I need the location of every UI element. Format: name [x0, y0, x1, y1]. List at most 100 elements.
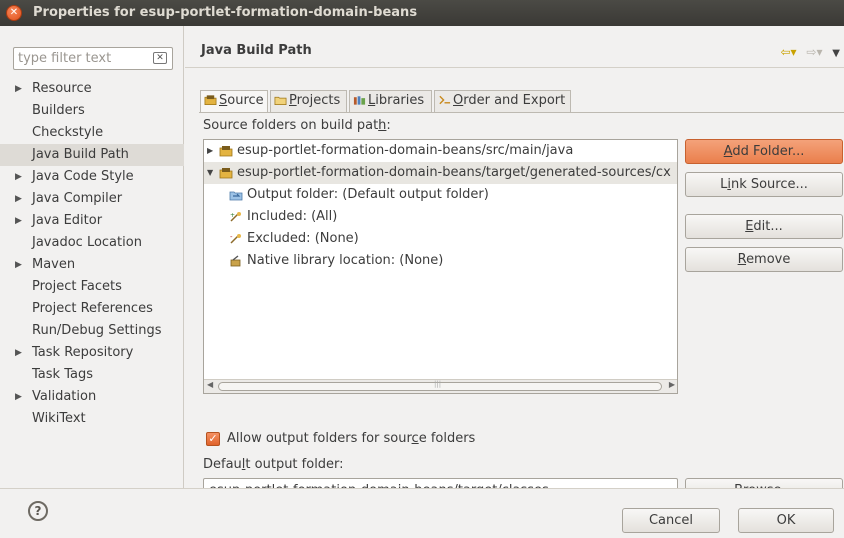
sidebar-item-javadoc-location[interactable]: Javadoc Location	[0, 232, 184, 254]
filter-input[interactable]: type filter text ✕	[13, 47, 173, 70]
help-icon[interactable]: ?	[28, 501, 48, 521]
default-output-label-post: t output folder:	[245, 457, 344, 472]
tree-row-src-main-java[interactable]: ▶ esup-portlet-formation-domain-beans/sr…	[204, 140, 677, 162]
sidebar-item-project-references[interactable]: Project References	[0, 298, 184, 320]
allow-output-label-mnemonic: c	[411, 431, 419, 446]
horizontal-scrollbar[interactable]: ◀ ||| ▶	[204, 379, 677, 393]
default-output-label-pre: Defau	[203, 457, 242, 472]
svg-text:-: -	[230, 233, 233, 241]
edit-label-post: dit...	[753, 219, 783, 234]
sidebar-item-builders[interactable]: Builders	[0, 100, 184, 122]
tab-projects[interactable]: Projects	[270, 90, 347, 112]
tab-order-label-mnemonic: O	[453, 93, 464, 108]
link-source-button[interactable]: Link Source...	[685, 172, 843, 197]
forward-arrow-icon[interactable]: ⇨▾	[806, 45, 822, 59]
sidebar-item-task-repository[interactable]: ▶ Task Repository	[0, 342, 184, 364]
expand-arrow-icon[interactable]: ▶	[15, 254, 22, 276]
collapse-arrow-icon[interactable]: ▼	[207, 162, 213, 184]
tree-row-excluded[interactable]: - Excluded: (None)	[204, 228, 677, 250]
history-nav: ⇦▾ ⇨▾ ▼	[774, 45, 840, 59]
sidebar-item-java-compiler[interactable]: ▶ Java Compiler	[0, 188, 184, 210]
source-folder-icon	[219, 168, 233, 179]
expand-arrow-icon[interactable]: ▶	[15, 78, 22, 100]
scroll-left-icon[interactable]: ◀	[207, 380, 213, 389]
tab-projects-label-post: rojects	[296, 93, 341, 108]
sidebar-item-task-tags[interactable]: Task Tags	[0, 364, 184, 386]
remove-button[interactable]: Remove	[685, 247, 843, 272]
sidebar-item-label: Builders	[32, 103, 85, 118]
scroll-grip: |||	[434, 380, 442, 388]
sidebar-item-label: Javadoc Location	[32, 235, 142, 250]
tab-libraries[interactable]: Libraries	[349, 90, 432, 112]
tree-row-native-library[interactable]: Native library location: (None)	[204, 250, 677, 272]
cancel-button[interactable]: Cancel	[622, 508, 720, 533]
sidebar-item-validation[interactable]: ▶ Validation	[0, 386, 184, 408]
link-source-label-post: nk Source...	[730, 177, 808, 192]
allow-output-checkbox[interactable]: ✓	[206, 432, 220, 446]
sidebar-item-project-facets[interactable]: Project Facets	[0, 276, 184, 298]
ok-button[interactable]: OK	[738, 508, 834, 533]
library-icon	[353, 96, 366, 105]
property-page-tree: ▶ Resource Builders Checkstyle Java Build Pa…	[0, 78, 184, 430]
tree-row-label: Output folder: (Default output folder)	[247, 187, 489, 202]
expand-arrow-icon[interactable]: ▶	[15, 386, 22, 408]
expand-arrow-icon[interactable]: ▶	[15, 342, 22, 364]
sidebar-item-label: Project Facets	[32, 279, 122, 294]
clear-filter-icon[interactable]: ✕	[153, 52, 167, 64]
source-folders-label-post: :	[386, 118, 391, 133]
sidebar-item-label: Maven	[32, 257, 76, 272]
tab-projects-label-mnemonic: P	[289, 93, 297, 108]
sidebar-item-label: WikiText	[32, 411, 86, 426]
sidebar-item-label: Project References	[32, 301, 153, 316]
expand-arrow-icon[interactable]: ▶	[15, 166, 22, 188]
page-header: Java Build Path ⇦▾ ⇨▾ ▼	[185, 26, 844, 68]
sidebar-item-label: Task Repository	[32, 345, 134, 360]
tree-row-included[interactable]: + Included: (All)	[204, 206, 677, 228]
back-arrow-icon[interactable]: ⇦▾	[780, 45, 796, 59]
source-folders-tree[interactable]: ▶ esup-portlet-formation-domain-beans/sr…	[203, 139, 678, 394]
sidebar-item-java-build-path[interactable]: Java Build Path	[0, 144, 184, 166]
sidebar-item-run-debug-settings[interactable]: Run/Debug Settings	[0, 320, 184, 342]
window-title: Properties for esup-portlet-formation-do…	[33, 5, 418, 20]
source-folder-icon	[219, 146, 233, 157]
sidebar-item-java-editor[interactable]: ▶ Java Editor	[0, 210, 184, 232]
scroll-thumb[interactable]: |||	[218, 380, 662, 391]
project-icon	[274, 96, 287, 106]
sidebar-item-resource[interactable]: ▶ Resource	[0, 78, 184, 100]
scroll-right-icon[interactable]: ▶	[669, 380, 675, 389]
close-icon[interactable]: ✕	[6, 5, 22, 21]
tree-row-output-folder[interactable]: Output folder: (Default output folder)	[204, 184, 677, 206]
allow-output-label-post: e folders	[418, 431, 476, 446]
sidebar-item-label: Java Build Path	[32, 147, 129, 162]
edit-button[interactable]: Edit...	[685, 214, 843, 239]
sidebar-item-checkstyle[interactable]: Checkstyle	[0, 122, 184, 144]
title-bar: ✕ Properties for esup-portlet-formation-…	[0, 0, 844, 26]
sidebar-item-label: Checkstyle	[32, 125, 104, 140]
tab-source[interactable]: Source	[200, 90, 268, 113]
expand-arrow-icon[interactable]: ▶	[15, 210, 22, 232]
tree-row-label: Native library location: (None)	[247, 253, 444, 268]
native-library-icon	[230, 255, 241, 267]
tab-order-export[interactable]: Order and Export	[434, 90, 571, 112]
page-title: Java Build Path	[201, 43, 312, 58]
remove-label-mnemonic: R	[737, 252, 747, 267]
expand-arrow-icon[interactable]: ▶	[15, 188, 22, 210]
sidebar-item-label: Java Editor	[32, 213, 103, 228]
svg-text:+: +	[230, 212, 235, 219]
sidebar-item-label: Java Compiler	[32, 191, 123, 206]
tree-row-generated-sources[interactable]: ▼ esup-portlet-formation-domain-beans/ta…	[204, 162, 677, 184]
sidebar-item-label: Validation	[32, 389, 97, 404]
view-menu-icon[interactable]: ▼	[832, 48, 840, 59]
tree-row-label: esup-portlet-formation-domain-beans/src/…	[237, 143, 574, 158]
remove-label-post: emove	[746, 252, 791, 267]
sidebar-item-java-code-style[interactable]: ▶ Java Code Style	[0, 166, 184, 188]
tree-row-label: Excluded: (None)	[247, 231, 359, 246]
sidebar-item-wikitext[interactable]: WikiText	[0, 408, 184, 430]
expand-arrow-icon[interactable]: ▶	[207, 140, 213, 162]
order-icon	[439, 95, 451, 105]
source-folders-label: Source folders on build path:	[203, 118, 391, 133]
allow-output-label[interactable]: Allow output folders for source folders	[227, 431, 475, 446]
add-folder-button[interactable]: Add Folder...	[685, 139, 843, 164]
sidebar-item-label: Resource	[32, 81, 92, 96]
sidebar-item-maven[interactable]: ▶ Maven	[0, 254, 184, 276]
